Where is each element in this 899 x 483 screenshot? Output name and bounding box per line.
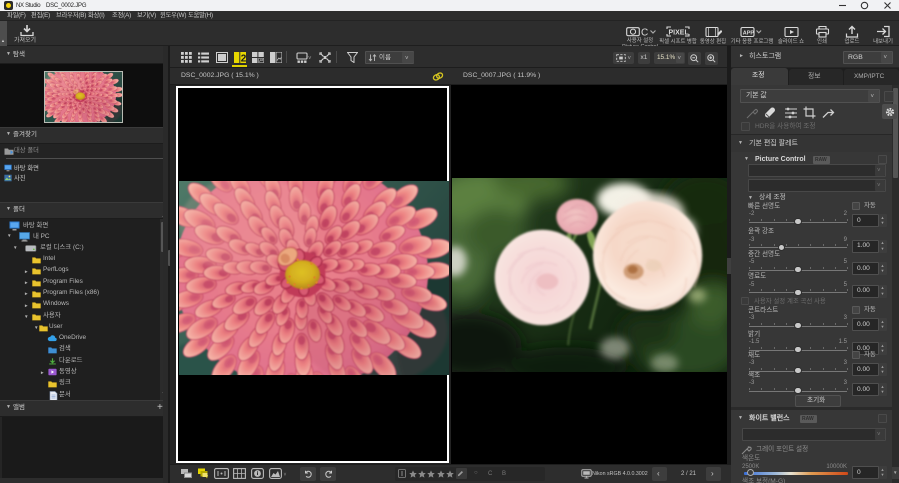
svg-text:2: 2: [240, 53, 245, 63]
svg-text:C: C: [641, 28, 648, 37]
svg-text:APP: APP: [743, 30, 755, 36]
svg-text:PIXEL: PIXEL: [669, 30, 690, 37]
